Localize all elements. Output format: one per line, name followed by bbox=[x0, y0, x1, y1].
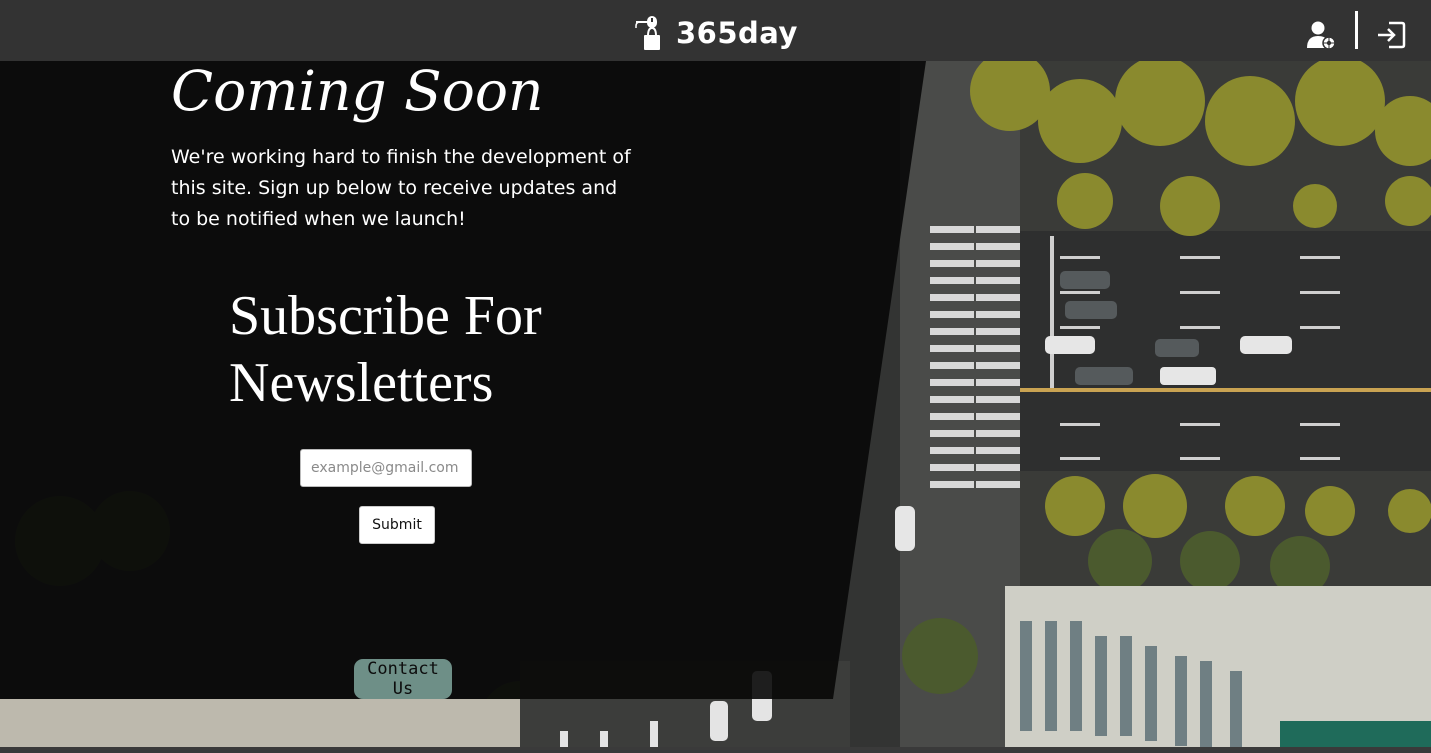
header-divider bbox=[1355, 11, 1358, 49]
brand-name: 365day bbox=[676, 16, 798, 50]
top-navbar: 365day bbox=[0, 0, 1431, 61]
submit-button[interactable]: Submit bbox=[359, 506, 435, 544]
coming-soon-heading: Coming Soon bbox=[171, 59, 544, 123]
user-settings-icon[interactable] bbox=[1306, 20, 1336, 50]
brand-logo[interactable]: 365day bbox=[634, 14, 798, 52]
sign-in-icon[interactable] bbox=[1376, 20, 1406, 50]
email-input[interactable] bbox=[300, 449, 472, 487]
coming-soon-description: We're working hard to finish the develop… bbox=[171, 146, 631, 230]
contact-us-button[interactable]: Contact Us bbox=[354, 659, 452, 699]
subscribe-heading: Subscribe For Newsletters bbox=[229, 285, 542, 414]
bottom-edge-strip bbox=[0, 747, 1431, 753]
shopping-bag-mouse-icon bbox=[635, 16, 660, 50]
